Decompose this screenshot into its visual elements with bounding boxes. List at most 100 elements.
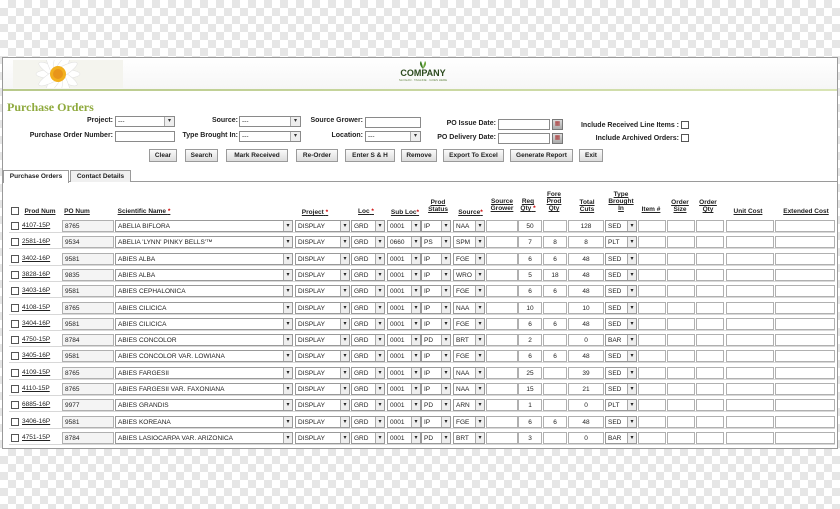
item-number-input[interactable]: [638, 334, 666, 347]
location-select[interactable]: --- ▾: [365, 131, 421, 142]
source-grower-input[interactable]: [486, 399, 518, 412]
unit-cost-input[interactable]: [726, 236, 774, 249]
chevron-down-icon[interactable]: ▾: [441, 351, 450, 362]
order-size-input[interactable]: [667, 366, 695, 379]
chevron-down-icon[interactable]: ▾: [475, 367, 484, 378]
prod-num-link[interactable]: 4110-15P: [22, 383, 62, 395]
project-select[interactable]: --- ▾: [115, 116, 175, 127]
row-checkbox[interactable]: [11, 303, 19, 312]
prod-status-select[interactable]: PS ▾: [421, 236, 451, 249]
chevron-down-icon[interactable]: ▾: [340, 253, 349, 264]
prod-num-link[interactable]: 3403-16P: [22, 285, 62, 297]
chevron-down-icon[interactable]: ▾: [475, 318, 484, 329]
po-number-input[interactable]: [115, 131, 175, 142]
chevron-down-icon[interactable]: ▾: [375, 237, 384, 248]
order-qty-input[interactable]: [696, 285, 724, 298]
order-size-input[interactable]: [667, 301, 695, 314]
item-number-input[interactable]: [638, 236, 666, 249]
col-sub-loc[interactable]: Sub Loc*: [386, 209, 424, 216]
loc-select[interactable]: GRD ▾: [351, 399, 385, 412]
chevron-down-icon[interactable]: ▾: [411, 269, 420, 280]
chevron-down-icon[interactable]: ▾: [411, 221, 420, 231]
item-number-input[interactable]: [638, 415, 666, 428]
sub-loc-select[interactable]: 0001 ▾: [387, 317, 421, 330]
source-select[interactable]: NAA ▾: [453, 383, 485, 395]
row-checkbox[interactable]: [11, 254, 19, 263]
source-grower-input[interactable]: [486, 366, 518, 379]
chevron-down-icon[interactable]: ▾: [627, 318, 636, 329]
chevron-down-icon[interactable]: ▾: [441, 318, 450, 329]
loc-select[interactable]: GRD ▾: [351, 236, 385, 249]
source-select[interactable]: FGE ▾: [453, 285, 485, 298]
include-received-checkbox[interactable]: [681, 121, 689, 129]
chevron-down-icon[interactable]: ▾: [340, 237, 349, 248]
source-grower-input[interactable]: [486, 220, 518, 232]
chevron-down-icon[interactable]: ▾: [283, 237, 292, 248]
loc-select[interactable]: GRD ▾: [351, 317, 385, 330]
sub-loc-select[interactable]: 0001 ▾: [387, 383, 421, 395]
scientific-name-select[interactable]: ABIES FARGESII ▾: [115, 366, 293, 379]
prod-status-select[interactable]: IP ▾: [421, 350, 451, 363]
col-total-cuts[interactable]: Total Cuts: [574, 199, 600, 213]
prod-status-select[interactable]: IP ▾: [421, 220, 451, 232]
project-select[interactable]: DISPLAY ▾: [295, 268, 350, 281]
chevron-down-icon[interactable]: ▾: [441, 237, 450, 248]
project-select[interactable]: DISPLAY ▾: [295, 350, 350, 363]
chevron-down-icon[interactable]: ▾: [627, 237, 636, 248]
source-grower-input[interactable]: [486, 301, 518, 314]
col-loc[interactable]: Loc *: [352, 208, 380, 215]
include-archived-checkbox[interactable]: [681, 134, 689, 142]
chevron-down-icon[interactable]: ▾: [411, 253, 420, 264]
row-checkbox[interactable]: [11, 385, 19, 393]
project-select[interactable]: DISPLAY ▾: [295, 317, 350, 330]
chevron-down-icon[interactable]: ▾: [441, 384, 450, 394]
unit-cost-input[interactable]: [726, 285, 774, 298]
order-qty-input[interactable]: [696, 268, 724, 281]
order-qty-input[interactable]: [696, 334, 724, 347]
chevron-down-icon[interactable]: ▾: [441, 253, 450, 264]
source-grower-input[interactable]: [486, 350, 518, 363]
enter-s-and-h-button[interactable]: Enter S & H: [345, 149, 395, 162]
chevron-down-icon[interactable]: ▾: [411, 351, 420, 362]
req-qty-input[interactable]: 10: [518, 301, 542, 314]
row-checkbox[interactable]: [11, 222, 19, 230]
chevron-down-icon[interactable]: ▾: [627, 286, 636, 297]
order-size-input[interactable]: [667, 334, 695, 347]
project-select[interactable]: DISPLAY ▾: [295, 334, 350, 347]
chevron-down-icon[interactable]: ▾: [283, 432, 292, 443]
fore-prod-qty-input[interactable]: [543, 383, 567, 395]
fore-prod-qty-input[interactable]: [543, 366, 567, 379]
req-qty-input[interactable]: 5: [518, 268, 542, 281]
prod-num-link[interactable]: 4109-15P: [22, 367, 62, 379]
mark-received-button[interactable]: Mark Received: [226, 149, 288, 162]
export-to-excel-button[interactable]: Export To Excel: [443, 149, 504, 162]
chevron-down-icon[interactable]: ▾: [411, 286, 420, 297]
select-all-checkbox[interactable]: [11, 207, 19, 215]
scientific-name-select[interactable]: ABELIA BIFLORA ▾: [115, 220, 293, 232]
fore-prod-qty-input[interactable]: 6: [543, 252, 567, 265]
order-size-input[interactable]: [667, 431, 695, 444]
chevron-down-icon[interactable]: ▾: [283, 367, 292, 378]
sub-loc-select[interactable]: 0001 ▾: [387, 285, 421, 298]
source-grower-input[interactable]: [486, 236, 518, 249]
chevron-down-icon[interactable]: ▾: [627, 269, 636, 280]
project-select[interactable]: DISPLAY ▾: [295, 383, 350, 395]
chevron-down-icon[interactable]: ▾: [475, 302, 484, 313]
type-brought-in-select[interactable]: SED ▾: [605, 285, 637, 298]
chevron-down-icon[interactable]: ▾: [627, 367, 636, 378]
chevron-down-icon[interactable]: ▾: [475, 286, 484, 297]
chevron-down-icon[interactable]: ▾: [340, 269, 349, 280]
order-qty-input[interactable]: [696, 383, 724, 395]
order-size-input[interactable]: [667, 220, 695, 232]
chevron-down-icon[interactable]: ▾: [340, 302, 349, 313]
chevron-down-icon[interactable]: ▾: [375, 269, 384, 280]
sub-loc-select[interactable]: 0001 ▾: [387, 366, 421, 379]
col-req-qty[interactable]: Req Qty *: [516, 198, 540, 212]
search-button[interactable]: Search: [185, 149, 218, 162]
order-qty-input[interactable]: [696, 317, 724, 330]
project-select[interactable]: DISPLAY ▾: [295, 431, 350, 444]
fore-prod-qty-input[interactable]: 6: [543, 415, 567, 428]
chevron-down-icon[interactable]: ▾: [283, 286, 292, 297]
row-checkbox[interactable]: [11, 270, 19, 279]
type-brought-in-select[interactable]: SED ▾: [605, 268, 637, 281]
